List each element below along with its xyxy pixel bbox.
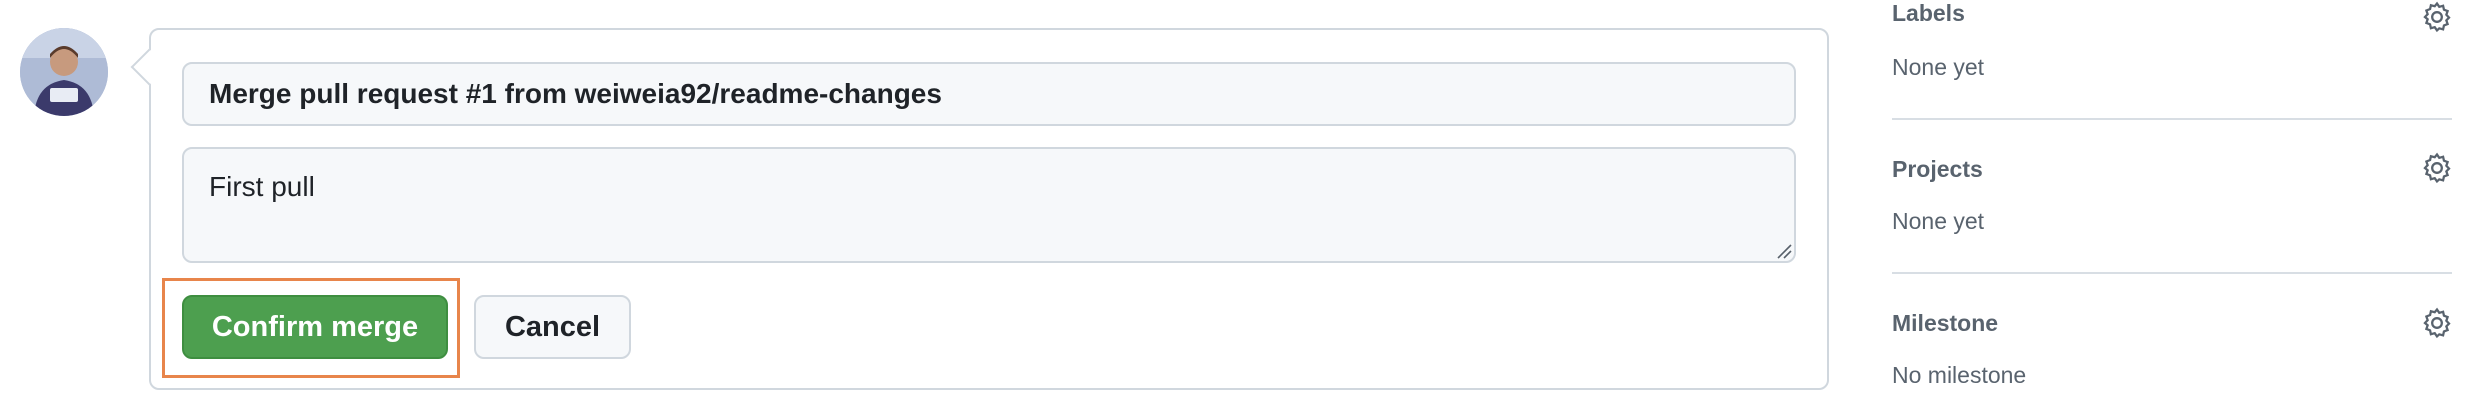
gear-icon[interactable] [2420, 151, 2454, 185]
commit-title-input[interactable] [182, 62, 1796, 126]
projects-value: None yet [1892, 208, 1985, 234]
confirm-merge-button[interactable]: Confirm merge [182, 295, 448, 359]
resize-handle-icon[interactable] [1776, 243, 1792, 259]
gear-icon[interactable] [2420, 306, 2454, 340]
labels-heading[interactable]: Labels [1892, 0, 1965, 27]
sidebar-divider [1892, 272, 2452, 274]
gear-icon [2423, 1, 2451, 33]
avatar[interactable] [20, 28, 108, 116]
sidebar-divider [1892, 118, 2452, 120]
commit-message-textarea[interactable]: First pull [182, 147, 1796, 263]
projects-heading[interactable]: Projects [1892, 156, 1983, 183]
user-avatar-image [20, 28, 108, 116]
cancel-button[interactable]: Cancel [474, 295, 631, 359]
gear-icon [2423, 307, 2451, 339]
gear-icon [2423, 152, 2451, 184]
gear-icon[interactable] [2420, 0, 2454, 34]
labels-value: None yet [1892, 54, 1985, 80]
milestone-value: No milestone [1892, 362, 2027, 388]
milestone-heading[interactable]: Milestone [1892, 310, 1998, 337]
